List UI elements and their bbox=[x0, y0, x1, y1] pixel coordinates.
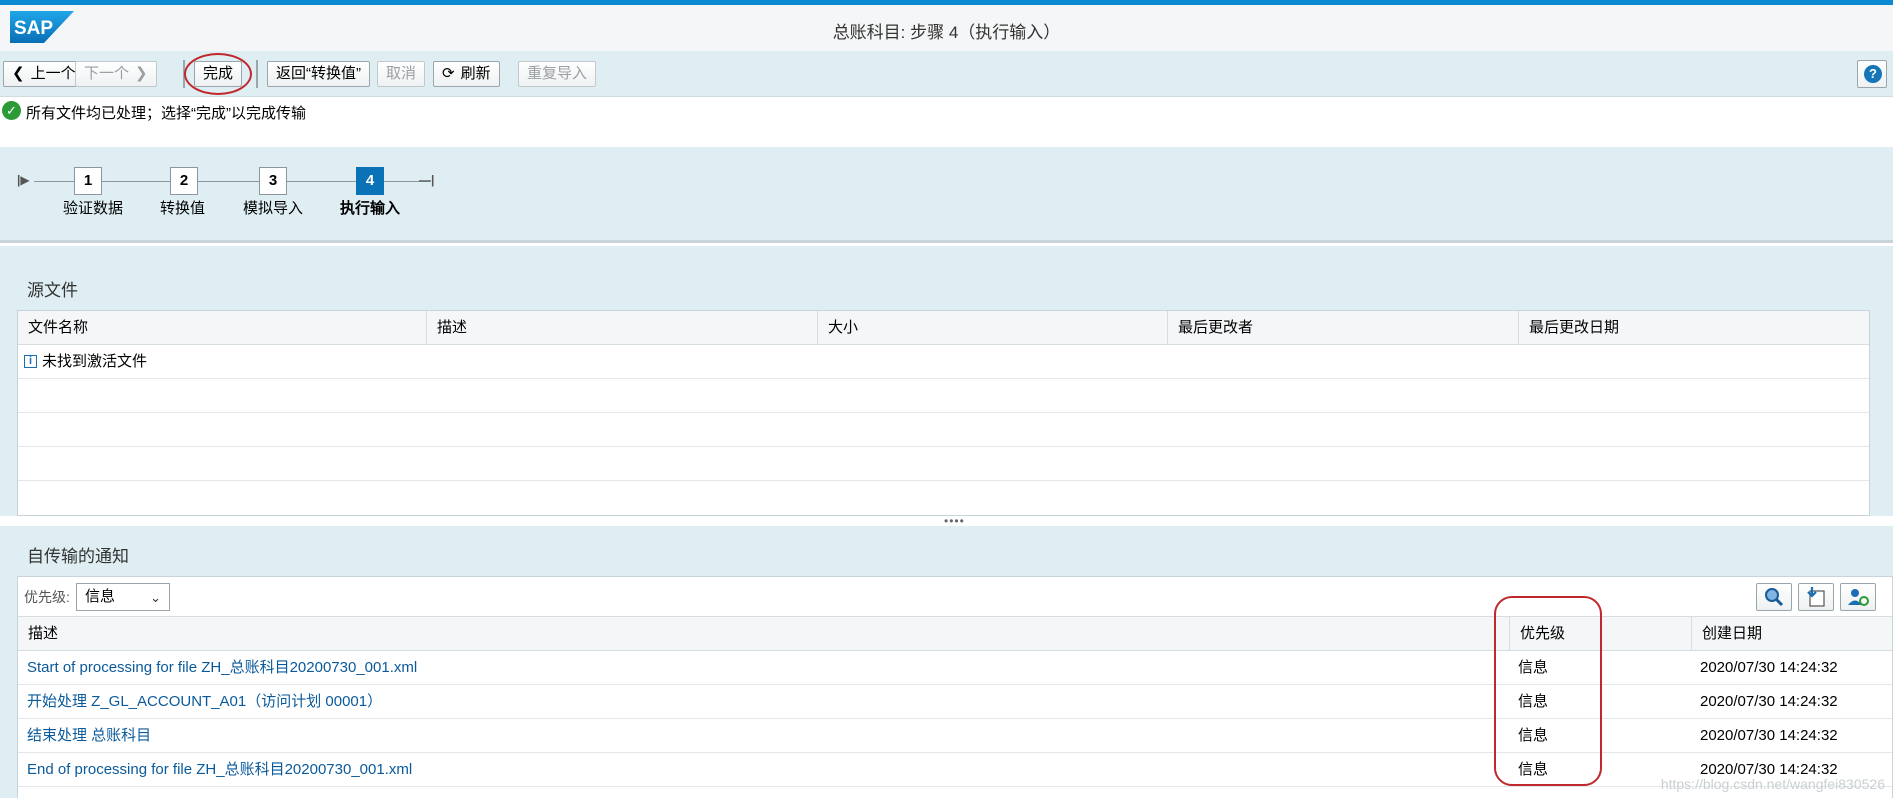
source-files-table: 文件名称 描述 大小 最后更改者 最后更改日期 i 未找到激活文件 bbox=[17, 310, 1870, 516]
table-row[interactable]: Start of processing for file ZH_总账科目2020… bbox=[18, 651, 1892, 685]
step-2-label[interactable]: 转换值 bbox=[160, 197, 205, 218]
notifications-title: 自传输的通知 bbox=[27, 547, 129, 566]
settings-button[interactable] bbox=[1840, 583, 1876, 611]
step-1-label[interactable]: 验证数据 bbox=[63, 197, 123, 218]
step-1-number[interactable]: 1 bbox=[74, 167, 102, 195]
step-4-number[interactable]: 4 bbox=[356, 167, 384, 195]
user-settings-icon bbox=[1848, 589, 1869, 606]
back-to-convert-values-button[interactable]: 返回“转换值” bbox=[267, 61, 370, 87]
notifications-header: 描述 优先级 创建日期 bbox=[18, 617, 1892, 651]
toolbar: ❮ 上一个 下一个 ❯ 完成 返回“转换值” 取消 ⟳ 刷新 重复导入 ? bbox=[0, 51, 1893, 97]
help-icon: ? bbox=[1864, 65, 1882, 83]
red-annotation-circle bbox=[184, 53, 252, 95]
step-3-number[interactable]: 3 bbox=[259, 167, 287, 195]
table-row[interactable]: 结束处理 总账科目 信息 2020/07/30 14:24:32 bbox=[18, 719, 1892, 753]
table-row bbox=[18, 413, 1869, 447]
chevron-down-icon: ⌄ bbox=[150, 590, 161, 605]
notification-created: 2020/07/30 14:24:32 bbox=[1700, 693, 1838, 710]
notification-description[interactable]: Start of processing for file ZH_总账科目2020… bbox=[27, 651, 417, 685]
empty-table-message: 未找到激活文件 bbox=[42, 353, 148, 370]
success-check-icon: ✓ bbox=[2, 101, 21, 120]
column-last-changed-date[interactable]: 最后更改日期 bbox=[1519, 311, 1871, 345]
step-3-label[interactable]: 模拟导入 bbox=[243, 197, 303, 218]
watermark: https://blog.csdn.net/wangfei830526 bbox=[1660, 776, 1885, 792]
window-title: 总账科目: 步骤 4（执行输入） bbox=[832, 23, 1061, 42]
refresh-icon: ⟳ bbox=[442, 65, 455, 82]
table-row bbox=[18, 481, 1869, 515]
table-row bbox=[18, 379, 1869, 413]
notification-created: 2020/07/30 14:24:32 bbox=[1700, 659, 1838, 676]
previous-button[interactable]: ❮ 上一个 bbox=[3, 61, 85, 87]
start-flag-icon: |▶ bbox=[17, 173, 30, 187]
notification-description[interactable]: 开始处理 Z_GL_ACCOUNT_A01（访问计划 00001） bbox=[27, 685, 382, 719]
reimport-button[interactable]: 重复导入 bbox=[518, 61, 597, 87]
end-flag-icon: —| bbox=[419, 173, 435, 187]
column-description[interactable]: 描述 bbox=[18, 617, 1510, 651]
notification-description[interactable]: End of processing for file ZH_总账科目202007… bbox=[27, 753, 412, 787]
chevron-left-icon: ❮ bbox=[12, 65, 25, 82]
step-2-number[interactable]: 2 bbox=[170, 167, 198, 195]
table-row[interactable]: End of processing for file ZH_总账科目202007… bbox=[18, 753, 1892, 787]
notifications-filter-bar: 优先级: 信息 ⌄ bbox=[18, 577, 1892, 617]
export-icon bbox=[1807, 587, 1825, 607]
table-row bbox=[18, 447, 1869, 481]
source-files-title: 源文件 bbox=[27, 281, 78, 300]
next-button[interactable]: 下一个 ❯ bbox=[75, 61, 157, 87]
step-4-label[interactable]: 执行输入 bbox=[340, 197, 400, 218]
refresh-button[interactable]: ⟳ 刷新 bbox=[433, 61, 500, 87]
export-button[interactable] bbox=[1798, 583, 1834, 611]
priority-filter-label: 优先级: bbox=[24, 589, 70, 605]
notifications-section: 自传输的通知 优先级: 信息 ⌄ 描述 优先级 创建日期 Start of pr… bbox=[0, 526, 1893, 798]
source-files-header: 文件名称 描述 大小 最后更改者 最后更改日期 bbox=[18, 311, 1869, 345]
red-annotation-rectangle bbox=[1494, 596, 1602, 786]
help-button[interactable]: ? bbox=[1857, 60, 1887, 88]
cancel-button[interactable]: 取消 bbox=[377, 61, 426, 87]
source-files-section: 源文件 文件名称 描述 大小 最后更改者 最后更改日期 i 未找到激活文件 bbox=[0, 246, 1893, 516]
notification-description[interactable]: 结束处理 总账科目 bbox=[27, 719, 151, 753]
column-size[interactable]: 大小 bbox=[818, 311, 1168, 345]
status-message: 所有文件均已处理；选择“完成”以完成传输 bbox=[26, 105, 306, 122]
step-navigator: |▶ —| 1 验证数据 2 转换值 3 模拟导入 4 执行输入 bbox=[0, 147, 1893, 243]
column-last-changed-by[interactable]: 最后更改者 bbox=[1168, 311, 1519, 345]
message-bar: ✓ 所有文件均已处理；选择“完成”以完成传输 bbox=[0, 97, 1893, 147]
column-created-date[interactable]: 创建日期 bbox=[1692, 617, 1874, 651]
title-bar: SAP 总账科目: 步骤 4（执行输入） bbox=[0, 0, 1893, 51]
notifications-table: 优先级: 信息 ⌄ 描述 优先级 创建日期 Start of processin… bbox=[17, 576, 1893, 798]
search-button[interactable] bbox=[1756, 583, 1792, 611]
toolbar-separator bbox=[256, 60, 258, 88]
column-file-name[interactable]: 文件名称 bbox=[18, 311, 427, 345]
column-description[interactable]: 描述 bbox=[427, 311, 818, 345]
notification-created: 2020/07/30 14:24:32 bbox=[1700, 727, 1838, 744]
table-row[interactable]: 开始处理 Z_GL_ACCOUNT_A01（访问计划 00001） 信息 202… bbox=[18, 685, 1892, 719]
table-row: i 未找到激活文件 bbox=[18, 345, 1869, 379]
priority-filter-select[interactable]: 信息 ⌄ bbox=[76, 583, 170, 611]
chevron-right-icon: ❯ bbox=[135, 65, 148, 82]
info-icon: i bbox=[24, 355, 37, 368]
search-icon bbox=[1765, 588, 1784, 607]
